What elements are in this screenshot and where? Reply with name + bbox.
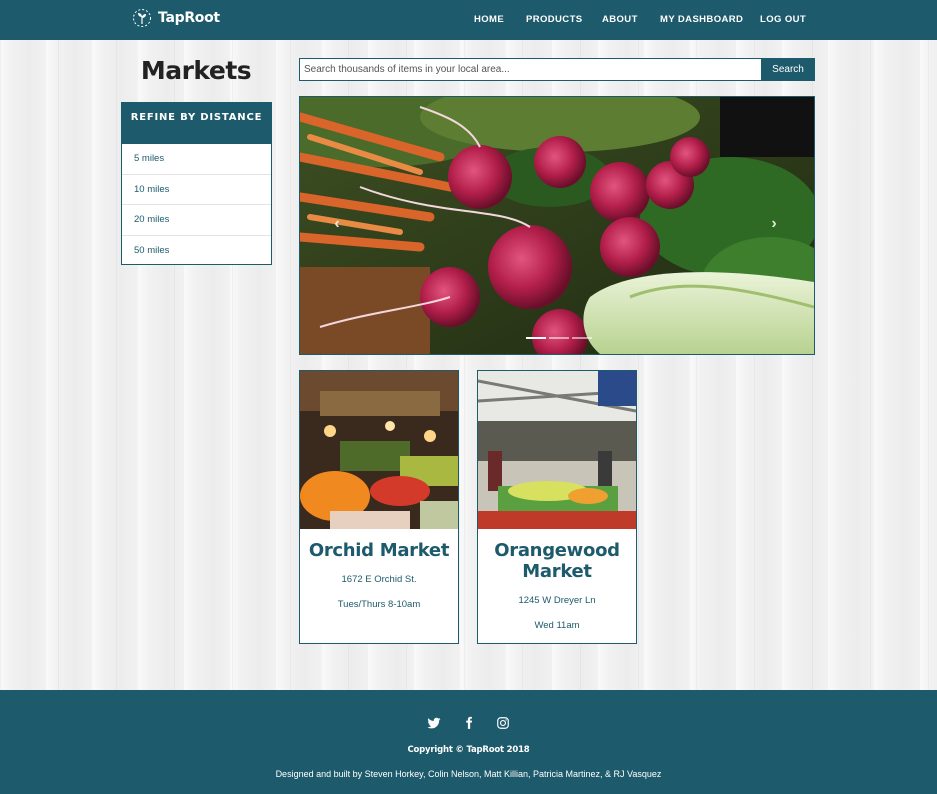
chevron-right-icon[interactable]: › [765,213,783,235]
carousel-indicator-3[interactable] [572,337,592,339]
facebook-icon[interactable] [462,716,476,730]
nav-menu: HOME PRODUCTS ABOUT MY DASHBOARD LOG OUT [0,14,937,28]
carousel-slide-image [300,97,814,354]
chevron-left-icon[interactable]: ‹ [328,213,346,235]
market-photo[interactable] [300,371,458,529]
social-links [0,714,937,732]
market-photo[interactable] [478,371,636,529]
distance-option-10[interactable]: 10 miles [122,175,271,205]
market-name[interactable]: Orangewood Market [478,540,636,582]
twitter-icon[interactable] [427,716,441,730]
nav-about-link[interactable]: ABOUT [602,14,638,25]
distance-option-50[interactable]: 50 miles [122,236,271,267]
market-card[interactable]: Orchid Market 1672 E Orchid St. Tues/Thu… [299,370,459,644]
top-navbar: TapRoot HOME PRODUCTS ABOUT MY DASHBOARD… [0,0,937,40]
nav-products-link[interactable]: PRODUCTS [526,14,583,25]
refine-heading: REFINE BY DISTANCE [122,103,271,144]
hero-carousel: ‹ › [299,96,815,355]
page-footer: Copyright © TapRoot 2018 Designed and bu… [0,690,937,794]
credits-text: Designed and built by Steven Horkey, Col… [275,769,662,779]
market-address: 1672 E Orchid St. [341,574,417,585]
distance-option-5[interactable]: 5 miles [122,144,271,175]
market-hours: Tues/Thurs 8-10am [337,599,421,610]
nav-dashboard-link[interactable]: MY DASHBOARD [660,14,743,25]
carousel-indicators [526,337,592,339]
distance-option-20[interactable]: 20 miles [122,205,271,236]
page-title: Markets [140,56,252,85]
carousel-indicator-1[interactable] [526,337,546,339]
market-hours: Wed 11am [534,620,580,631]
market-card[interactable]: Orangewood Market 1245 W Dreyer Ln Wed 1… [477,370,637,644]
search-input[interactable] [299,58,762,81]
market-name[interactable]: Orchid Market [300,540,458,561]
market-address: 1245 W Dreyer Ln [518,595,596,606]
nav-home-link[interactable]: HOME [474,14,504,25]
instagram-icon[interactable] [496,716,510,730]
copyright-text: Copyright © TapRoot 2018 [407,745,530,755]
refine-distance-panel: REFINE BY DISTANCE 5 miles 10 miles 20 m… [121,102,272,265]
carousel-indicator-2[interactable] [549,337,569,339]
nav-logout-link[interactable]: LOG OUT [760,14,806,25]
search-button[interactable]: Search [761,58,815,81]
